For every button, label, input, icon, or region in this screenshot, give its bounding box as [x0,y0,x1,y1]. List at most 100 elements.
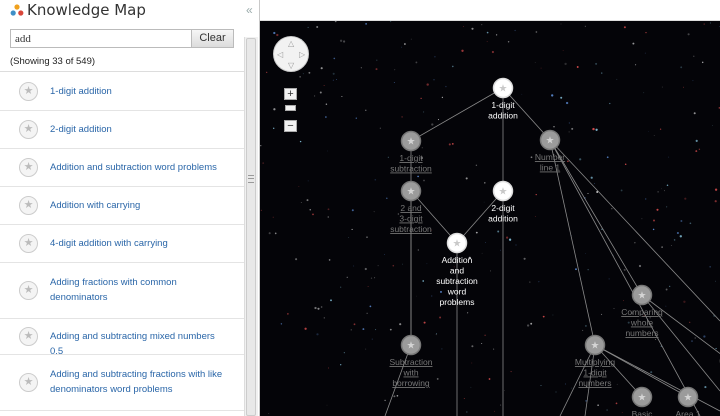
list-item[interactable]: ★ Adding and subtracting mixed numbers 0… [0,319,244,357]
map-node-label[interactable]: Number [535,152,565,162]
map-node-label[interactable]: Addition [442,255,473,265]
map-node[interactable]: ★ Basic [632,386,654,416]
list-item[interactable]: ★ Addition and subtraction word problems [0,149,244,187]
star-dot [647,130,649,132]
list-item-label[interactable]: 2-digit addition [50,122,230,137]
list-item-label[interactable]: Addition and subtraction word problems [50,160,230,175]
map-node[interactable]: ★ Area 1 [675,386,701,416]
star-dot [423,179,425,182]
map-node-label[interactable]: 1-digit [583,368,607,378]
knowledge-map-canvas[interactable]: ★ 1-digit addition ★ 1-digit subtraction ★ Numb… [260,21,720,416]
list-item-label[interactable]: Adding fractions with common denominator… [50,275,230,305]
map-node[interactable]: ★ Multiplying1-digitnumbers [575,334,615,389]
star-dot [384,254,385,255]
star-dot [530,156,533,159]
map-node[interactable]: ★ Numberline 1 [535,129,565,173]
map-node[interactable]: ★ Subtractionwithborrowing [390,334,433,389]
star-dot [433,79,435,81]
map-node-label[interactable]: 1-digit [399,153,423,163]
map-node-label[interactable]: and [450,266,464,276]
star-icon[interactable]: ★ [19,196,38,215]
map-node[interactable]: ★ Additionandsubtractionwordproblems [436,232,478,308]
star-dot [657,191,659,193]
star-dot [576,66,579,68]
list-item[interactable]: ★ Addition with carrying [0,187,244,225]
map-node-label[interactable]: Comparing [621,307,663,317]
star-dot [340,286,342,288]
map-node-label[interactable]: numbers [578,378,611,388]
list-item[interactable]: ★ 2-digit addition [0,111,244,149]
star-dot [552,314,554,316]
pan-up-icon[interactable]: △ [288,40,294,48]
results-scrollbar-thumb[interactable] [246,38,256,416]
star-dot [684,197,687,200]
map-node-label[interactable]: Area 1 [675,409,700,416]
star-dot [445,85,447,88]
star-dot [365,23,367,25]
sidebar-header: Knowledge Map « [0,0,260,20]
star-dot [393,395,396,398]
map-node-label[interactable]: borrowing [392,378,430,388]
map-node-label[interactable]: addition [488,214,518,224]
star-icon[interactable]: ★ [19,327,38,346]
star-icon[interactable]: ★ [19,281,38,300]
double-chevron-left-icon[interactable]: « [246,3,258,17]
map-node-label[interactable]: whole [630,318,653,328]
pan-control[interactable]: △ ▽ ◁ ▷ [273,36,309,72]
list-item-label[interactable]: Addition with carrying [50,198,230,213]
map-node-label[interactable]: Subtraction [390,357,433,367]
pan-down-icon[interactable]: ▽ [288,62,294,70]
star-dot [379,127,381,129]
star-dot [590,176,593,179]
star-dot [504,390,505,391]
map-node-label[interactable]: subtraction [390,224,432,234]
star-dot [423,321,426,324]
star-icon[interactable]: ★ [19,120,38,139]
list-item-label[interactable]: Adding and subtracting fractions with li… [50,367,230,397]
list-item[interactable]: ★ 4-digit addition with carrying [0,225,244,263]
star-dot [615,402,618,405]
list-item[interactable]: ★ 1-digit addition [0,72,244,111]
pan-right-icon[interactable]: ▷ [299,51,305,59]
map-node-label[interactable]: Basic [632,409,654,416]
map-nodes[interactable]: ★1-digitaddition ★1-digitsubtraction ★Numb… [390,77,720,416]
map-node-label[interactable]: problems [440,297,475,307]
star-dot [567,160,569,163]
map-node-label[interactable]: subtraction [436,276,478,286]
map-node-label[interactable]: 1-digit [491,100,515,110]
search-input[interactable] [10,29,192,48]
map-node[interactable]: ★ Comparingwholenumbers [621,284,663,339]
star-icon[interactable]: ★ [19,158,38,177]
list-item[interactable]: ★ Adding fractions with common denominat… [0,263,244,319]
map-node-label[interactable]: subtraction [390,164,432,174]
map-node[interactable]: ★ 1-digitsubtraction [390,130,432,174]
map-node-label[interactable]: word [447,287,467,297]
zoom-slider-handle[interactable] [285,105,296,111]
star-dot [575,268,577,271]
star-icon[interactable]: ★ [19,82,38,101]
map-node-label[interactable]: 2-digit [491,203,515,213]
star-dot [435,334,437,336]
map-node-label[interactable]: addition [488,111,518,121]
star-icon[interactable]: ★ [19,234,38,253]
map-node-label[interactable]: 2 and [400,203,422,213]
clear-button[interactable]: Clear [191,29,234,48]
list-item-label[interactable]: 4-digit addition with carrying [50,236,230,251]
star-dot [484,182,486,184]
star-icon[interactable]: ★ [19,373,38,392]
star-dot [585,253,587,254]
pan-left-icon[interactable]: ◁ [277,51,283,59]
map-node[interactable]: ★ 2-digitaddition [488,180,518,224]
map-node-label[interactable]: 3-digit [399,214,423,224]
map-node-label[interactable]: numbers [625,328,658,338]
map-graph[interactable]: ★1-digitaddition ★1-digitsubtraction ★Numb… [260,21,720,416]
zoom-out-button[interactable]: − [284,120,297,132]
map-node-label[interactable]: line 1 [540,163,561,173]
map-node[interactable]: ★ 1-digitaddition [488,77,518,121]
star-dot [542,315,545,318]
map-node-label[interactable]: with [402,368,418,378]
list-item-label[interactable]: 1-digit addition [50,84,230,99]
map-node-label[interactable]: Multiplying [575,357,615,367]
list-item[interactable]: ★ Adding and subtracting fractions with … [0,355,244,411]
zoom-in-button[interactable]: + [284,88,297,100]
